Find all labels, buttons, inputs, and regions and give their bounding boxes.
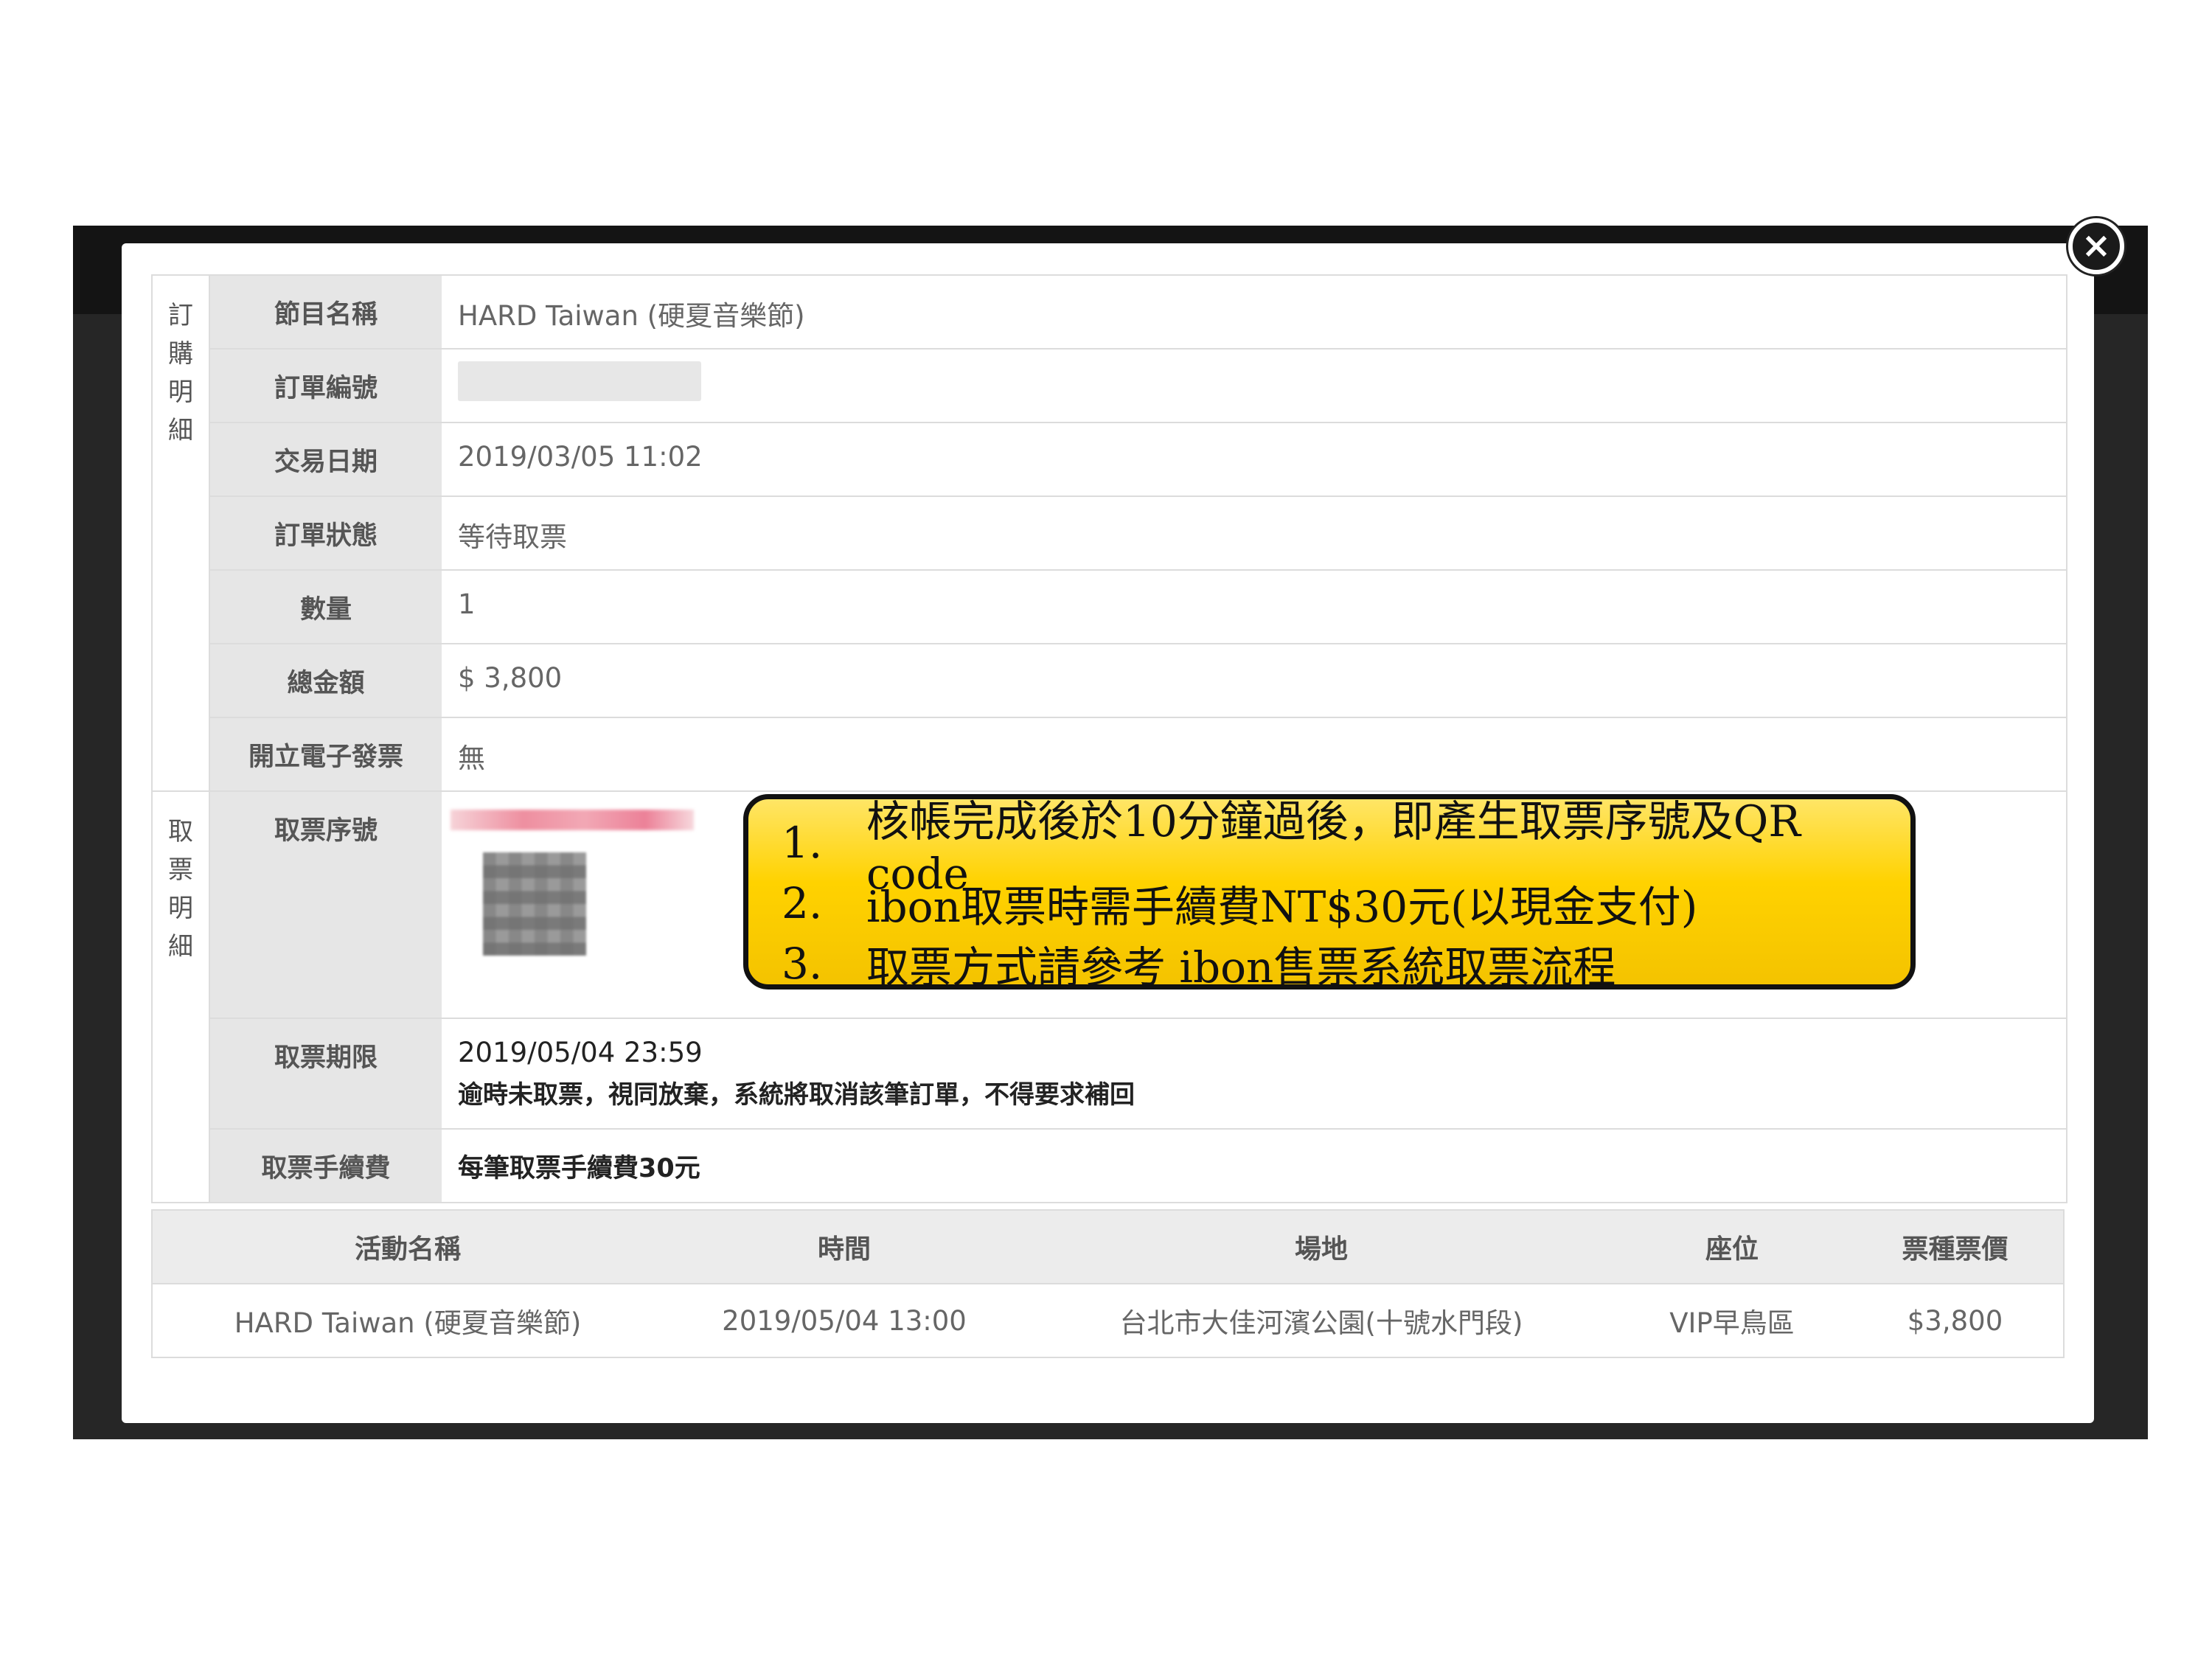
order-group-label-text: 訂購明細	[168, 301, 193, 445]
cell-time: 2019/05/04 13:00	[722, 1304, 967, 1337]
instructions-callout: 1. 核帳完成後於10分鐘過後，即產生取票序號及QR code 2. ibon取…	[743, 794, 1916, 992]
order-number-redacted	[458, 361, 701, 401]
e-invoice-label: 開立電子發票	[210, 718, 442, 790]
row-program-name: 節目名稱 HARD Taiwan (硬夏音樂節)	[210, 276, 2066, 349]
cell-seat: VIP早鳥區	[1669, 1307, 1795, 1339]
order-status-value: 等待取票	[458, 521, 567, 553]
cell-ticket-price: $3,800	[1907, 1304, 2003, 1337]
order-detail-grid: 訂購明細 節目名稱 HARD Taiwan (硬夏音樂節) 訂單編號 交易日期 …	[151, 274, 2067, 1203]
row-total-amount: 總金額 $ 3,800	[210, 644, 2066, 718]
order-status-label: 訂單狀態	[210, 497, 442, 569]
row-e-invoice: 開立電子發票 無	[210, 718, 2066, 790]
row-order-number: 訂單編號	[210, 349, 2066, 423]
header-time: 時間	[663, 1210, 1026, 1284]
quantity-value: 1	[458, 588, 476, 620]
header-seat: 座位	[1617, 1210, 1847, 1284]
callout-item-text: ibon取票時需手續費NT$30元(以現金支付)	[866, 882, 1698, 932]
header-event-name: 活動名稱	[152, 1210, 663, 1284]
order-group-label: 訂購明細	[153, 276, 210, 790]
total-amount-label: 總金額	[210, 644, 442, 717]
qr-code-redacted	[483, 852, 586, 956]
row-pickup-fee: 取票手續費 每筆取票手續費30元	[210, 1130, 2066, 1202]
pickup-deadline-cell: 2019/05/04 23:59 逾時未取票，視同放棄，系統將取消該筆訂單，不得…	[442, 1019, 2066, 1128]
pickup-deadline-label: 取票期限	[210, 1019, 442, 1128]
close-button[interactable]: ×	[2068, 218, 2124, 274]
table-row: HARD Taiwan (硬夏音樂節) 2019/05/04 13:00 台北市…	[152, 1284, 2064, 1357]
total-amount-value: $ 3,800	[458, 662, 563, 694]
e-invoice-value: 無	[458, 742, 485, 774]
pickup-deadline-value: 2019/05/04 23:59	[458, 1037, 703, 1068]
order-number-value	[442, 349, 2066, 422]
program-name-label: 節目名稱	[210, 276, 442, 348]
row-pickup-deadline: 取票期限 2019/05/04 23:59 逾時未取票，視同放棄，系統將取消該筆…	[210, 1019, 2066, 1130]
cell-event-name: HARD Taiwan (硬夏音樂節)	[234, 1307, 582, 1339]
callout-item-number: 1.	[782, 818, 823, 868]
callout-item-number: 2.	[782, 878, 823, 928]
transaction-date-value: 2019/03/05 11:02	[458, 441, 703, 473]
quantity-label: 數量	[210, 571, 442, 643]
cell-venue: 台北市大佳河濱公園(十號水門段)	[1119, 1307, 1523, 1339]
order-number-label: 訂單編號	[210, 349, 442, 422]
row-order-status: 訂單狀態 等待取票	[210, 497, 2066, 571]
pickup-deadline-note: 逾時未取票，視同放棄，系統將取消該筆訂單，不得要求補回	[458, 1080, 1135, 1110]
callout-item: 3. 取票方式請參考 ibon售票系統取票流程	[782, 933, 1910, 994]
pickup-serial-redacted	[451, 810, 694, 830]
pickup-serial-label: 取票序號	[210, 792, 442, 1018]
callout-item-number: 3.	[782, 939, 823, 989]
close-icon: ×	[2081, 225, 2112, 266]
callout-item-text: 取票方式請參考 ibon售票系統取票流程	[866, 942, 1616, 992]
order-group: 訂購明細 節目名稱 HARD Taiwan (硬夏音樂節) 訂單編號 交易日期 …	[153, 276, 2066, 792]
pickup-fee-value: 每筆取票手續費30元	[458, 1154, 700, 1183]
row-transaction-date: 交易日期 2019/03/05 11:02	[210, 423, 2066, 497]
header-venue: 場地	[1026, 1210, 1617, 1284]
pickup-fee-label: 取票手續費	[210, 1130, 442, 1202]
callout-item: 1. 核帳完成後於10分鐘過後，即產生取票序號及QR code	[782, 796, 1910, 899]
event-table-header-row: 活動名稱 時間 場地 座位 票種票價	[152, 1210, 2064, 1284]
pickup-group-label-text: 取票明細	[168, 817, 193, 961]
transaction-date-label: 交易日期	[210, 423, 442, 495]
header-ticket-price: 票種票價	[1847, 1210, 2064, 1284]
row-quantity: 數量 1	[210, 571, 2066, 644]
event-table: 活動名稱 時間 場地 座位 票種票價 HARD Taiwan (硬夏音樂節) 2…	[151, 1209, 2065, 1358]
pickup-group-label: 取票明細	[153, 792, 210, 1202]
program-name-value: HARD Taiwan (硬夏音樂節)	[458, 300, 805, 332]
